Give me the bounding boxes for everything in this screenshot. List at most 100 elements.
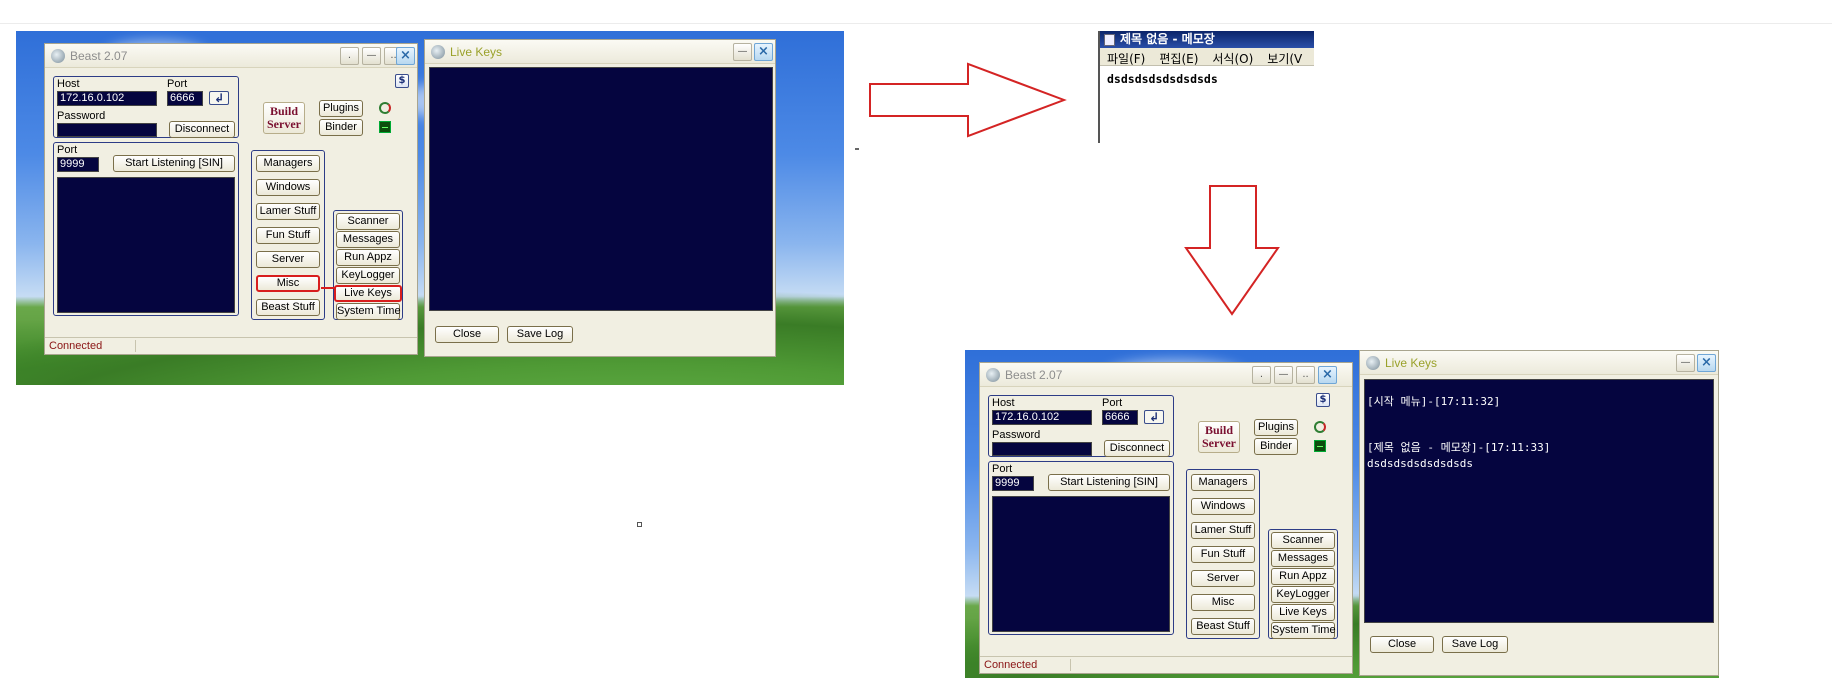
disconnect-button[interactable]: Disconnect <box>1104 440 1170 457</box>
titlebar-dots-button[interactable]: .. <box>1296 366 1315 384</box>
titlebar-maximize-button[interactable]: — <box>1274 366 1293 384</box>
live-keys-button[interactable]: Live Keys <box>334 285 402 302</box>
beast-window: Beast 2.07 . — .. X × $ Host 172.16.0.10… <box>44 43 418 355</box>
status-separator <box>135 340 136 352</box>
menu-panel-left: Managers Windows Lamer Stuff Fun Stuff S… <box>1186 469 1260 639</box>
build-server-button[interactable]: Build Server <box>263 102 305 134</box>
port-label: Port <box>1102 397 1123 409</box>
save-log-button[interactable]: Save Log <box>507 326 573 343</box>
host-label: Host <box>992 397 1015 409</box>
misc-button[interactable]: Misc <box>256 275 320 292</box>
menu-edit[interactable]: 편집(E) <box>1152 48 1205 65</box>
listen-port-label: Port <box>992 463 1013 475</box>
binder-icon <box>1314 440 1326 452</box>
fun-stuff-button[interactable]: Fun Stuff <box>1191 546 1255 563</box>
menu-file[interactable]: 파일(F) <box>1100 48 1152 65</box>
scanner-button[interactable]: Scanner <box>336 213 400 230</box>
notepad-content[interactable]: dsdsdsdsdsdsdsds <box>1107 72 1218 86</box>
alien-icon <box>986 368 1000 382</box>
dollar-icon[interactable]: $ <box>395 74 409 88</box>
disconnect-button[interactable]: Disconnect <box>169 121 235 138</box>
live-keys-window-2: Live Keys — × [시작 메뉴]-[17:11:32] [제목 없음 … <box>1359 350 1719 676</box>
connect-arrow-icon[interactable]: ↲ <box>209 91 229 105</box>
port-input[interactable]: 6666 <box>1102 410 1138 425</box>
minimize-button[interactable]: — <box>733 43 752 61</box>
port-label: Port <box>167 78 188 90</box>
alien-icon <box>51 49 65 63</box>
managers-button[interactable]: Managers <box>1191 474 1255 491</box>
windows-button[interactable]: Windows <box>256 179 320 196</box>
password-label: Password <box>992 429 1041 441</box>
system-time-button[interactable]: System Time <box>1271 622 1336 639</box>
scanner-button[interactable]: Scanner <box>1271 532 1335 549</box>
beast-stuff-button[interactable]: Beast Stuff <box>256 299 320 316</box>
connect-arrow-icon[interactable]: ↲ <box>1144 410 1164 424</box>
dollar-icon[interactable]: $ <box>1316 393 1330 407</box>
lamer-stuff-button[interactable]: Lamer Stuff <box>1191 522 1255 539</box>
listen-panel: Port 9999 Start Listening [SIN] <box>988 461 1174 635</box>
titlebar-maximize-button[interactable]: — <box>362 47 381 65</box>
password-input[interactable] <box>57 123 157 137</box>
stray-marker-2 <box>637 522 642 527</box>
plugins-button[interactable]: Plugins <box>319 100 363 117</box>
messages-button[interactable]: Messages <box>336 231 400 248</box>
run-appz-button[interactable]: Run Appz <box>336 249 400 266</box>
run-appz-button[interactable]: Run Appz <box>1271 568 1335 585</box>
host-input[interactable]: 172.16.0.102 <box>992 410 1092 425</box>
server-button[interactable]: Server <box>1191 570 1255 587</box>
beast-stuff-button[interactable]: Beast Stuff <box>1191 618 1255 635</box>
lamer-stuff-button[interactable]: Lamer Stuff <box>256 203 320 220</box>
notepad-menubar: 파일(F) 편집(E) 서식(O) 보기(V <box>1100 48 1314 66</box>
start-listening-button[interactable]: Start Listening [SIN] <box>1048 474 1170 491</box>
listen-port-input[interactable]: 9999 <box>57 157 99 172</box>
titlebar-dot-button[interactable]: . <box>1252 366 1271 384</box>
right-arrow <box>869 62 1067 138</box>
password-input[interactable] <box>992 442 1092 456</box>
managers-button[interactable]: Managers <box>256 155 320 172</box>
beast-titlebar-2: Beast 2.07 . — .. <box>980 363 1352 387</box>
status-separator <box>1070 659 1071 671</box>
save-log-button[interactable]: Save Log <box>1442 636 1508 653</box>
fun-stuff-button[interactable]: Fun Stuff <box>256 227 320 244</box>
close-button[interactable]: Close <box>1370 636 1434 653</box>
live-keys-button[interactable]: Live Keys <box>1271 604 1335 621</box>
start-listening-button[interactable]: Start Listening [SIN] <box>113 155 235 172</box>
menu-view[interactable]: 보기(V <box>1260 48 1309 65</box>
binder-button[interactable]: Binder <box>1254 438 1298 455</box>
password-label: Password <box>57 110 106 122</box>
close-icon[interactable]: × <box>1697 354 1716 372</box>
menu-panel-left: Managers Windows Lamer Stuff Fun Stuff S… <box>251 150 325 320</box>
messages-button[interactable]: Messages <box>1271 550 1335 567</box>
status-text: Connected <box>49 340 103 352</box>
build-label: Build <box>269 104 299 118</box>
live-keys-titlebar-2: Live Keys — × <box>1360 351 1718 375</box>
build-server-button[interactable]: Build Server <box>1198 421 1240 453</box>
keylogger-button[interactable]: KeyLogger <box>336 267 400 284</box>
server-button[interactable]: Server <box>256 251 320 268</box>
log-blank <box>1367 410 1713 426</box>
titlebar-dot-button[interactable]: . <box>340 47 359 65</box>
connection-panel: Host 172.16.0.102 Port 6666 ↲ Password D… <box>988 395 1174 457</box>
close-button[interactable]: Close <box>435 326 499 343</box>
system-time-button[interactable]: System Time <box>336 303 401 320</box>
listen-output <box>992 496 1170 632</box>
menu-format[interactable]: 서식(O) <box>1205 48 1260 65</box>
binder-button[interactable]: Binder <box>319 119 363 136</box>
connection-panel: Host 172.16.0.102 Port 6666 ↲ Password D… <box>53 76 239 138</box>
windows-button[interactable]: Windows <box>1191 498 1255 515</box>
keylogger-button[interactable]: KeyLogger <box>1271 586 1335 603</box>
notepad-window: 제목 없음 - 메모장 파일(F) 편집(E) 서식(O) 보기(V dsdsdsds… <box>1098 31 1314 143</box>
beast-close-button[interactable]: × <box>1318 366 1337 384</box>
live-keys-title: Live Keys <box>450 45 503 59</box>
live-keys-titlebar: Live Keys — × <box>425 40 775 64</box>
plugins-button[interactable]: Plugins <box>1254 419 1298 436</box>
live-keys-window: Live Keys — × Close Save Log <box>424 39 776 357</box>
misc-button[interactable]: Misc <box>1191 594 1255 611</box>
minimize-button[interactable]: — <box>1676 354 1695 372</box>
host-input[interactable]: 172.16.0.102 <box>57 91 157 106</box>
beast-close-button[interactable]: × <box>396 47 415 65</box>
left-screenshot: Beast 2.07 . — .. X × $ Host 172.16.0.10… <box>16 31 844 385</box>
port-input[interactable]: 6666 <box>167 91 203 106</box>
listen-port-input[interactable]: 9999 <box>992 476 1034 491</box>
close-icon[interactable]: × <box>754 43 773 61</box>
